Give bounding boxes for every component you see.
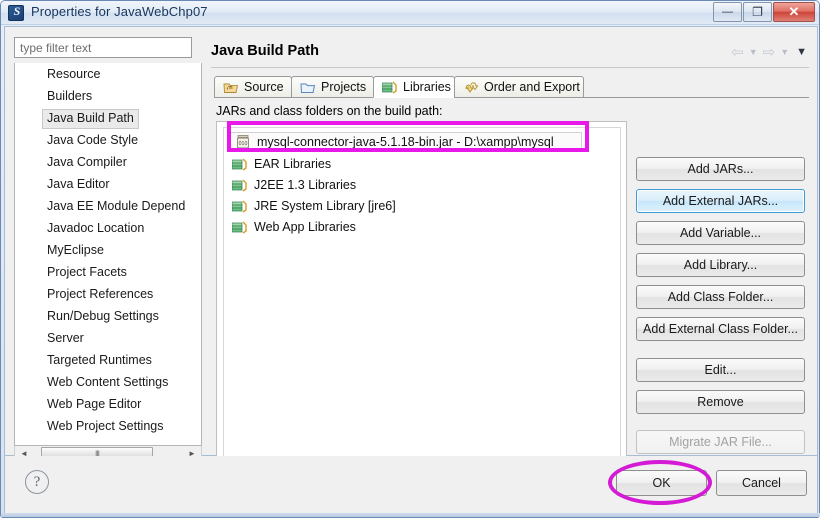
ok-button[interactable]: OK [616, 470, 707, 496]
sidebar-item-web-project-settings[interactable]: Web Project Settings [43, 417, 168, 436]
tab-order-and-export[interactable]: Order and Export [454, 76, 584, 98]
sidebar-item-java-code-style[interactable]: Java Code Style [43, 131, 142, 150]
window-bottom-edge [1, 513, 820, 517]
page-title: Java Build Path [211, 43, 319, 59]
sidebar-item-resource[interactable]: Resource [43, 65, 105, 84]
tab-label: Libraries [403, 80, 451, 94]
sidebar-item-project-references[interactable]: Project References [43, 285, 157, 304]
maximize-icon: ❐ [752, 5, 763, 19]
filter-input[interactable]: type filter text [14, 37, 192, 58]
sidebar-item-builders[interactable]: Builders [43, 87, 96, 106]
minimize-icon: — [722, 6, 733, 18]
sidebar-item-project-facets[interactable]: Project Facets [43, 263, 131, 282]
svg-text:010: 010 [239, 141, 248, 147]
dialog-body: type filter text Resource Builders Java Bu… [4, 26, 818, 468]
add-library-button[interactable]: Add Library... [636, 253, 805, 277]
dialog-footer: ? OK Cancel [4, 456, 818, 514]
sidebar-item-java-editor[interactable]: Java Editor [43, 175, 114, 194]
remove-button[interactable]: Remove [636, 390, 805, 414]
tab-source[interactable]: Source [214, 76, 292, 98]
close-icon: ✕ [788, 4, 800, 19]
list-item-label: JRE System Library [jre6] [254, 199, 396, 213]
sidebar-item-myeclipse[interactable]: MyEclipse [43, 241, 108, 260]
title-separator [211, 67, 809, 68]
jar-icon: 010 [235, 134, 251, 150]
group-label: JARs and class folders on the build path… [216, 104, 443, 118]
tab-label: Order and Export [484, 80, 580, 94]
projects-folder-icon [300, 80, 316, 94]
settings-tree[interactable]: Resource Builders Java Build Path Java Code… [14, 63, 202, 446]
list-item[interactable]: J2EE 1.3 Libraries [231, 175, 357, 195]
list-item-label: mysql-connector-java-5.1.18-bin.jar - D:… [257, 135, 554, 149]
library-icon [231, 220, 248, 234]
sidebar-item-server[interactable]: Server [43, 329, 88, 348]
order-export-icon [463, 80, 479, 94]
navigation-arrows: ⇦ ▼ ⇨ ▼ ▼ [731, 45, 807, 60]
library-icon [231, 178, 248, 192]
edit-button[interactable]: Edit... [636, 358, 805, 382]
tab-label: Source [244, 80, 284, 94]
filter-placeholder: type filter text [20, 41, 92, 55]
tabstrip: Source Projects Libraries Order and Export [214, 76, 809, 98]
properties-dialog-window: S Properties for JavaWebChp07 — ❐ ✕ type… [0, 0, 820, 518]
cancel-button[interactable]: Cancel [716, 470, 807, 496]
list-item-label: J2EE 1.3 Libraries [254, 178, 357, 192]
add-external-class-folder-button[interactable]: Add External Class Folder... [636, 317, 805, 341]
sidebar-item-targeted-runtimes[interactable]: Targeted Runtimes [43, 351, 156, 370]
tab-libraries[interactable]: Libraries [373, 76, 455, 98]
tab-label: Projects [321, 80, 367, 94]
migrate-jar-file-button: Migrate JAR File... [636, 430, 805, 454]
minimize-button[interactable]: — [713, 2, 742, 22]
sidebar-item-javadoc-location[interactable]: Javadoc Location [43, 219, 148, 238]
add-jars-button[interactable]: Add JARs... [636, 157, 805, 181]
add-variable-button[interactable]: Add Variable... [636, 221, 805, 245]
window-titlebar: S Properties for JavaWebChp07 — ❐ ✕ [1, 1, 819, 25]
add-external-jars-button[interactable]: Add External JARs... [636, 189, 805, 213]
library-icon [231, 199, 248, 213]
maximize-button[interactable]: ❐ [743, 2, 772, 22]
back-arrow-icon[interactable]: ⇦ [731, 45, 744, 60]
forward-dropdown-caret-icon[interactable]: ▼ [780, 48, 789, 57]
add-class-folder-button[interactable]: Add Class Folder... [636, 285, 805, 309]
sidebar-item-java-compiler[interactable]: Java Compiler [43, 153, 131, 172]
sidebar-item-run-debug-settings[interactable]: Run/Debug Settings [43, 307, 163, 326]
sidebar-item-java-ee-module-depend[interactable]: Java EE Module Depend [43, 197, 189, 216]
sidebar-item-web-page-editor[interactable]: Web Page Editor [43, 395, 145, 414]
content-pane: Java Build Path ⇦ ▼ ⇨ ▼ ▼ Source Projects… [206, 31, 815, 468]
close-button[interactable]: ✕ [773, 2, 815, 22]
view-menu-caret-icon[interactable]: ▼ [796, 47, 807, 58]
list-item-label: EAR Libraries [254, 157, 332, 171]
window-title: Properties for JavaWebChp07 [31, 4, 208, 19]
forward-arrow-icon[interactable]: ⇨ [763, 45, 776, 60]
list-item-label: Web App Libraries [254, 220, 356, 234]
sidebar-item-java-build-path[interactable]: Java Build Path [42, 109, 139, 129]
build-path-list-panel: 010 mysql-connector-java-5.1.18-bin.jar -… [216, 121, 627, 468]
list-item[interactable]: EAR Libraries [231, 154, 332, 174]
tab-projects[interactable]: Projects [291, 76, 374, 98]
source-folder-icon [223, 80, 239, 94]
back-dropdown-caret-icon[interactable]: ▼ [749, 48, 758, 57]
list-item[interactable]: 010 mysql-connector-java-5.1.18-bin.jar -… [230, 132, 582, 152]
build-path-list[interactable]: 010 mysql-connector-java-5.1.18-bin.jar -… [223, 127, 621, 463]
list-item[interactable]: Web App Libraries [231, 217, 356, 237]
libraries-books-icon [381, 80, 398, 94]
eclipse-app-icon: S [8, 4, 24, 21]
help-icon[interactable]: ? [25, 470, 49, 494]
library-icon [231, 157, 248, 171]
sidebar-item-web-content-settings[interactable]: Web Content Settings [43, 373, 172, 392]
eclipse-icon-glyph: S [13, 4, 21, 18]
list-item[interactable]: JRE System Library [jre6] [231, 196, 396, 216]
